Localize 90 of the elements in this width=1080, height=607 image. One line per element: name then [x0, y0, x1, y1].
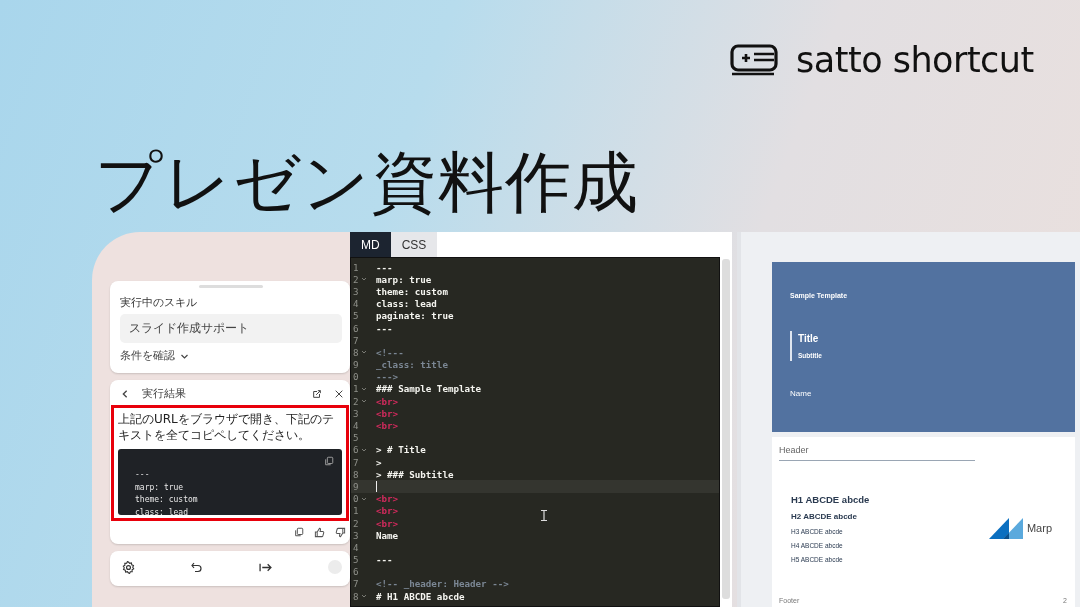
line-number: 9 [353, 359, 359, 371]
code-line: <br> [376, 395, 399, 407]
line-number: 6 [353, 566, 359, 578]
code-line: ---> [376, 371, 399, 383]
code-line: > # Title [376, 444, 426, 456]
code-line: <!--- [376, 346, 404, 358]
line-number: 0 [353, 493, 359, 505]
code-line: marp: true [376, 273, 432, 285]
logo-icon [988, 517, 1023, 539]
fold-icon[interactable] [360, 593, 367, 600]
code-line: <br> [376, 407, 399, 419]
code-line: Name [376, 529, 399, 541]
line-number: 2 [353, 395, 359, 407]
line-number: 8 [353, 468, 359, 480]
code-line: theme: custom [376, 285, 448, 297]
code-line: marp: true [135, 481, 185, 494]
thumbs-down-icon[interactable] [335, 527, 346, 538]
settings-icon[interactable] [122, 560, 135, 574]
code-line: theme: custom [135, 494, 199, 506]
back-icon[interactable] [120, 389, 130, 399]
line-number: 1 [353, 505, 359, 517]
code-line: > ### Subtitle [376, 468, 454, 480]
line-number: 6 [353, 444, 359, 456]
scrollbar[interactable] [722, 259, 730, 599]
slide-heading: H2 ABCDE abcde [791, 511, 858, 521]
editor-tab[interactable]: CSS [390, 232, 438, 257]
drag-handle[interactable] [199, 285, 263, 288]
code-line: --- [376, 554, 393, 566]
line-number: 4 [353, 298, 359, 310]
line-number: 5 [353, 310, 359, 322]
line-number: 1 [353, 261, 359, 273]
fold-icon[interactable] [360, 276, 367, 283]
slide-header: Header [779, 445, 975, 461]
slide-heading: H1 ABCDE abcde [791, 493, 871, 505]
fold-icon[interactable] [360, 349, 367, 356]
fold-icon[interactable] [360, 446, 367, 453]
copy-icon[interactable] [294, 527, 304, 537]
line-number: 7 [353, 578, 359, 590]
line-number: 0 [353, 371, 359, 383]
line-number: 7 [353, 334, 359, 346]
undo-icon[interactable] [191, 561, 203, 573]
line-number: 5 [353, 554, 359, 566]
line-number: 9 [353, 480, 359, 492]
line-number: 8 [353, 346, 359, 358]
line-number: 5 [353, 432, 359, 444]
brand-name: satto shortcut [796, 40, 1034, 80]
line-number: 6 [353, 322, 359, 334]
thumbs-up-icon[interactable] [314, 527, 325, 538]
line-number: 2 [353, 517, 359, 529]
code-line: > [376, 456, 382, 468]
line-number: 8 [353, 590, 359, 602]
code-line: paginate: true [376, 310, 454, 322]
line-number: 3 [353, 529, 359, 541]
result-title: 実行結果 [142, 387, 186, 401]
code-line: <br> [376, 420, 399, 432]
text-cursor-icon [541, 510, 547, 521]
logo-text: Marp [1026, 522, 1052, 534]
close-icon[interactable] [334, 389, 344, 399]
copy-icon[interactable] [324, 456, 334, 466]
line-number: 1 [353, 383, 359, 395]
skill-name-field[interactable]: スライド作成サポート [120, 314, 342, 343]
text-cursor [376, 480, 377, 492]
slide-title: Title [798, 333, 820, 344]
slide-author: Name [790, 389, 813, 398]
code-line: class: lead [135, 506, 189, 515]
code-line: ### Sample Template [376, 383, 482, 395]
line-number: 4 [353, 541, 359, 553]
fold-icon[interactable] [360, 495, 367, 502]
code-line: --- [135, 469, 151, 481]
conditions-toggle[interactable]: 条件を確認 [120, 349, 189, 363]
code-line: <br> [376, 517, 399, 529]
code-line: <!-- _header: Header --> [376, 578, 509, 590]
code-line: _class: title [376, 359, 448, 371]
code-line: # H1 ABCDE abcde [376, 590, 465, 602]
line-number: 4 [353, 420, 359, 432]
line-number: 3 [353, 407, 359, 419]
line-number: 2 [353, 273, 359, 285]
code-line: --- [376, 261, 393, 273]
skill-label: 実行中のスキル [120, 296, 198, 310]
code-line: --- [376, 322, 393, 334]
headline: プレゼン資料作成 [95, 143, 639, 223]
code-line: class: lead [376, 298, 437, 310]
line-number: 3 [353, 285, 359, 297]
editor-tab[interactable]: MD [350, 232, 391, 257]
card-stack-icon [728, 42, 780, 78]
result-message: 上記のURLをブラウザで開き、下記のテキストを全てコピペしてください。 [118, 411, 335, 443]
code-line: <br> [376, 493, 399, 505]
code-line: <br> [376, 505, 399, 517]
external-link-icon[interactable] [312, 389, 322, 399]
line-number: 7 [353, 456, 359, 468]
